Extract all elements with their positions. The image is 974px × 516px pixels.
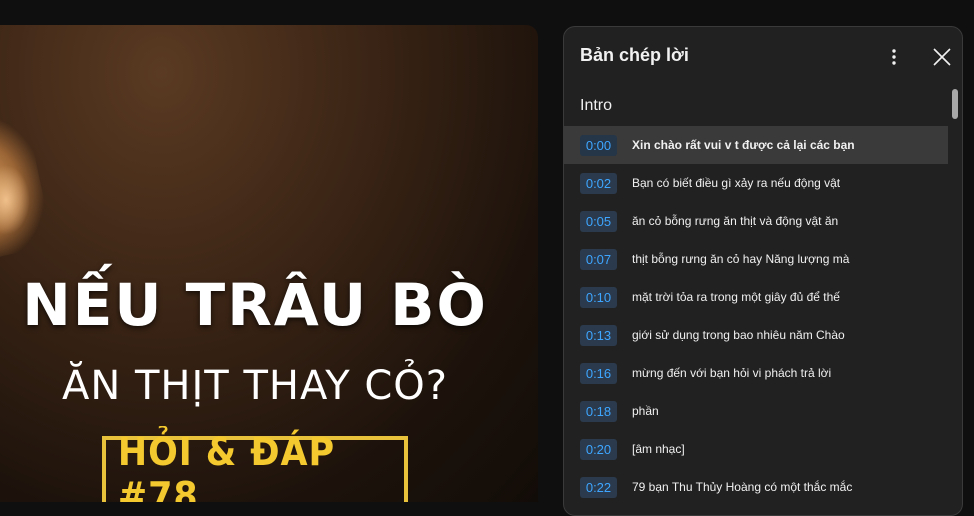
transcript-text: mừng đến với bạn hỏi vi phách trả lời [632,366,832,380]
more-options-button[interactable] [880,43,908,71]
transcript-row[interactable]: 0:18 phần [564,392,948,430]
transcript-row[interactable]: 0:02 Bạn có biết điều gì xảy ra nếu động… [564,164,948,202]
thumbnail-badge-text: HỎI & ĐÁP #78 [117,430,335,502]
more-vert-icon [892,49,896,65]
transcript-title: Bản chép lời [580,45,689,65]
transcript-row[interactable]: 0:00 Xin chào rất vui v t được cả lại cá… [564,126,948,164]
thumbnail-headline-line2: ĂN THỊT THAY CỎ? [61,363,449,409]
transcript-panel: Bản chép lời Intro 0:00 Xin chào rất vui… [563,26,963,516]
close-icon [933,48,951,66]
transcript-text: ăn cỏ bỗng rưng ăn thịt và động vật ăn [632,214,839,228]
transcript-row[interactable]: 0:13 giới sử dụng trong bao nhiêu năm Ch… [564,316,948,354]
transcript-header: Bản chép lời [564,27,962,85]
timestamp: 0:10 [580,286,617,308]
transcript-text: thịt bỗng rưng ăn cỏ hay Năng lượng mà [632,252,850,266]
timestamp: 0:00 [580,134,617,156]
scrollbar-thumb[interactable] [952,89,958,119]
transcript-row[interactable]: 0:05 ăn cỏ bỗng rưng ăn thịt và động vật… [564,202,948,240]
timestamp: 0:18 [580,400,617,422]
close-transcript-button[interactable] [928,43,956,71]
transcript-row[interactable]: 0:10 mặt trời tỏa ra trong một giây đủ đ… [564,278,948,316]
transcript-text: mặt trời tỏa ra trong một giây đủ để thế [632,290,840,304]
chapter-heading: Intro [580,97,613,114]
timestamp: 0:07 [580,248,617,270]
transcript-row[interactable]: 0:16 mừng đến với bạn hỏi vi phách trả l… [564,354,948,392]
timestamp: 0:20 [580,438,617,460]
thumbnail-headline-line1: NẾU TRÂU BÒ [22,271,488,339]
transcript-text: phần [632,404,659,418]
transcript-row[interactable]: 0:07 thịt bỗng rưng ăn cỏ hay Năng lượng… [564,240,948,278]
transcript-row[interactable]: 0:20 [âm nhạc] [564,430,948,468]
transcript-row[interactable]: 0:22 79 bạn Thu Thủy Hoàng có một thắc m… [564,468,948,506]
buffalo-fur-highlight [0,165,30,235]
transcript-text: giới sử dụng trong bao nhiêu năm Chào [632,328,845,342]
timestamp: 0:16 [580,362,617,384]
timestamp: 0:05 [580,210,617,232]
transcript-text: Xin chào rất vui v t được cả lại các bạn [632,138,855,152]
transcript-text: 79 bạn Thu Thủy Hoàng có một thắc mắc [632,480,853,494]
timestamp: 0:02 [580,172,617,194]
timestamp: 0:13 [580,324,617,346]
transcript-list: 0:00 Xin chào rất vui v t được cả lại cá… [564,126,948,506]
transcript-text: Bạn có biết điều gì xảy ra nếu động vật [632,176,841,190]
thumbnail-badge: HỎI & ĐÁP #78 [102,430,408,502]
video-player[interactable]: NẾU TRÂU BÒ ĂN THỊT THAY CỎ? HỎI & ĐÁP #… [0,25,538,502]
transcript-text: [âm nhạc] [632,442,685,456]
timestamp: 0:22 [580,476,617,498]
